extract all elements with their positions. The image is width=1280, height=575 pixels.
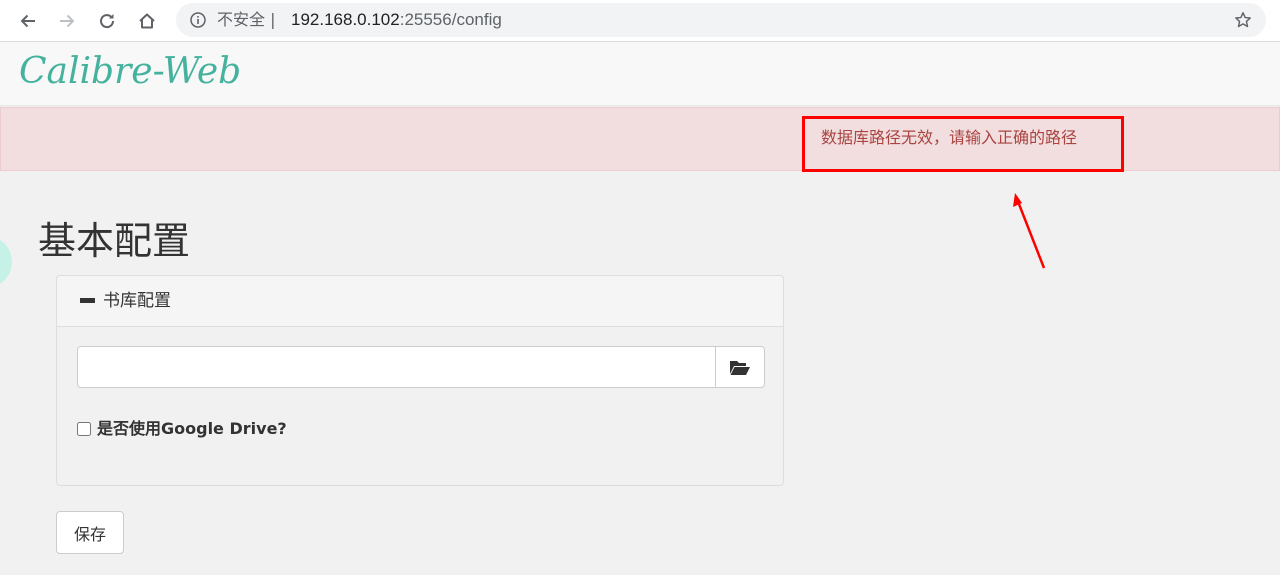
browser-toolbar: 不安全 | 192.168.0.102:25556/config	[0, 0, 1280, 42]
address-bar[interactable]: 不安全 | 192.168.0.102:25556/config	[176, 3, 1266, 37]
site-header: Calibre-Web	[0, 42, 1280, 106]
panel-heading[interactable]: 书库配置	[57, 276, 783, 327]
url-host: 192.168.0.102	[291, 10, 400, 29]
gdrive-option[interactable]: 是否使用Google Drive?	[77, 418, 287, 440]
library-path-group	[77, 346, 765, 388]
forward-arrow-icon	[60, 14, 75, 28]
star-icon[interactable]	[1234, 11, 1252, 29]
url-path: :25556/config	[399, 10, 502, 29]
site-logo[interactable]: Calibre-Web	[19, 48, 241, 96]
back-button[interactable]	[14, 7, 42, 35]
reload-button[interactable]	[93, 7, 121, 35]
reload-icon	[100, 14, 115, 29]
library-config-panel: 书库配置 是否使用Google Drive?	[56, 275, 784, 486]
back-arrow-icon	[20, 14, 35, 28]
minus-icon	[80, 298, 95, 303]
gdrive-checkbox[interactable]	[77, 422, 91, 436]
side-decoration	[0, 236, 12, 288]
url-text[interactable]: 192.168.0.102:25556/config	[291, 10, 502, 30]
security-label: 不安全 |	[217, 10, 276, 29]
page-title: 基本配置	[38, 219, 191, 263]
annotation-highlight-box	[802, 116, 1124, 172]
annotation-arrow-icon	[1013, 193, 1046, 269]
browse-folder-button[interactable]	[715, 346, 765, 388]
home-button[interactable]	[133, 7, 161, 35]
gdrive-label: 是否使用Google Drive?	[97, 419, 287, 438]
forward-button[interactable]	[53, 7, 81, 35]
library-path-input[interactable]	[77, 346, 716, 388]
folder-open-icon	[730, 361, 750, 375]
panel-title: 书库配置	[103, 291, 171, 311]
save-button[interactable]: 保存	[56, 511, 124, 554]
info-icon[interactable]	[190, 12, 206, 28]
home-icon	[139, 13, 155, 29]
